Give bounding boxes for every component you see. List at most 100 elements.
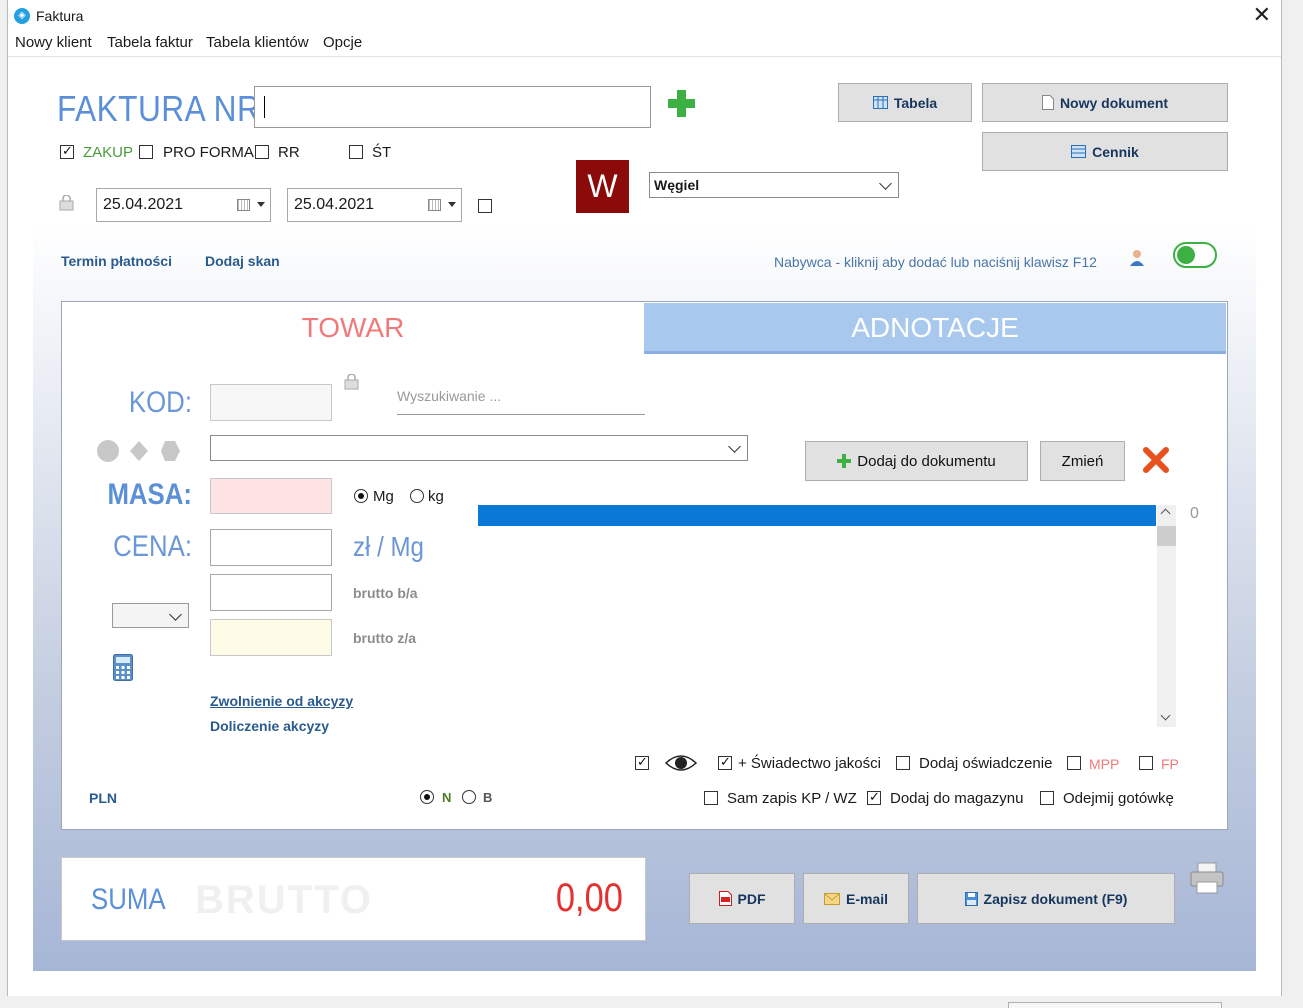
oswiadczenie-checkbox[interactable] — [896, 756, 910, 770]
price-unit: zł / Mg — [353, 531, 424, 562]
w-badge[interactable]: W — [576, 160, 629, 213]
brutto-watermark: BRUTTO — [195, 878, 373, 922]
table-icon — [1071, 145, 1087, 158]
lock-icon[interactable] — [59, 195, 74, 211]
dodaj-do-dokumentu-button[interactable]: Dodaj do dokumentu — [805, 441, 1028, 481]
eye-icon[interactable] — [665, 752, 697, 774]
zmien-button[interactable]: Zmień — [1040, 441, 1125, 481]
menu-nowy-klient[interactable]: Nowy klient — [15, 34, 92, 51]
buyer-toggle[interactable] — [1173, 242, 1217, 268]
zwolnienie-akcyzy-link[interactable]: Zwolnienie od akcyzy — [210, 693, 353, 709]
delete-x-icon[interactable] — [1142, 446, 1170, 474]
lock-icon[interactable] — [344, 374, 359, 390]
menu-opcje[interactable]: Opcje — [323, 34, 362, 51]
invoice-number-input[interactable] — [254, 86, 651, 128]
rr-label: RR — [278, 144, 300, 161]
search-input[interactable]: Wyszukiwanie ... — [397, 386, 645, 415]
shapes-icon[interactable] — [95, 439, 185, 463]
vat-select[interactable] — [112, 603, 189, 628]
swiadectwo-checkbox[interactable] — [718, 754, 732, 770]
product-select[interactable] — [210, 435, 748, 461]
brutto-radio[interactable] — [462, 790, 476, 804]
unit-kg-radio[interactable] — [410, 489, 424, 503]
cennik-button[interactable]: Cennik — [982, 132, 1228, 171]
category-select[interactable]: Węgiel — [649, 172, 899, 198]
magazyn-checkbox[interactable] — [867, 789, 881, 805]
printer-icon[interactable] — [1190, 862, 1224, 894]
tabela-label: Tabela — [893, 94, 938, 111]
save-icon — [964, 891, 978, 906]
calculator-icon[interactable] — [113, 654, 133, 681]
date-sale-value: 25.04.2021 — [294, 196, 375, 213]
chevron-down-icon — [169, 608, 182, 621]
chevron-down-icon — [728, 440, 741, 453]
total-value: 0,00 — [556, 876, 623, 920]
preview-checkbox[interactable] — [635, 754, 649, 770]
chevron-down-icon — [879, 177, 892, 190]
email-button[interactable]: E-mail — [803, 873, 909, 924]
document-icon — [1041, 95, 1054, 110]
nowy-dokument-button[interactable]: Nowy dokument — [982, 83, 1228, 122]
fp-checkbox[interactable] — [1139, 756, 1153, 770]
close-icon[interactable]: ✕ — [1253, 3, 1271, 27]
zakup-checkbox[interactable] — [60, 143, 74, 159]
doliczenie-akcyzy-link[interactable]: Doliczenie akcyzy — [210, 718, 329, 734]
date-issue-value: 25.04.2021 — [103, 196, 184, 213]
tab-towar[interactable]: TOWAR — [62, 302, 644, 352]
brutto-za-input[interactable] — [210, 619, 332, 656]
scroll-up-icon[interactable] — [1160, 508, 1171, 519]
zapisz-dokument-button[interactable]: Zapisz dokument (F9) — [917, 873, 1175, 924]
menu-tabela-klientow[interactable]: Tabela klientów — [206, 34, 309, 51]
table-icon — [872, 96, 888, 109]
pro-forma-checkbox[interactable] — [139, 145, 153, 159]
rr-checkbox[interactable] — [255, 145, 269, 159]
tabela-button[interactable]: Tabela — [838, 83, 972, 122]
dropdown-arrow-icon — [448, 202, 456, 207]
unit-mg-radio[interactable] — [354, 489, 368, 503]
calendar-icon — [428, 199, 441, 211]
date-option-checkbox[interactable] — [478, 199, 492, 213]
pdf-button[interactable]: PDF — [689, 873, 795, 924]
cart-icon: ◈ — [14, 8, 30, 24]
netto-radio[interactable] — [420, 790, 434, 804]
date-issue-picker[interactable]: 25.04.2021 — [96, 188, 271, 222]
email-label: E-mail — [845, 890, 888, 907]
category-value: Węgiel — [654, 177, 700, 193]
brutto-ba-input[interactable] — [210, 574, 332, 611]
kp-wz-checkbox[interactable] — [704, 791, 718, 805]
kp-wz-label: Sam zapis KP / WZ — [727, 790, 857, 807]
add-plus-icon[interactable] — [666, 88, 697, 119]
tab-adnotacje[interactable]: ADNOTACJE — [644, 303, 1226, 354]
zapisz-label: Zapisz dokument (F9) — [983, 890, 1128, 907]
mpp-checkbox[interactable] — [1067, 756, 1081, 770]
gotowka-checkbox[interactable] — [1040, 791, 1054, 805]
menu-tabela-faktur[interactable]: Tabela faktur — [107, 34, 193, 51]
cennik-label: Cennik — [1092, 143, 1139, 160]
nowy-dokument-label: Nowy dokument — [1059, 94, 1169, 111]
add-plus-icon — [837, 454, 852, 468]
toggle-knob — [1177, 246, 1195, 264]
date-sale-picker[interactable]: 25.04.2021 — [287, 188, 462, 222]
cena-input[interactable] — [210, 529, 332, 566]
masa-input[interactable] — [210, 478, 332, 514]
dropdown-arrow-icon — [257, 202, 265, 207]
pro-forma-label: PRO FORMA — [163, 144, 254, 161]
currency-label[interactable]: PLN — [89, 790, 117, 806]
scroll-down-icon[interactable] — [1160, 710, 1171, 721]
termin-platnosci-link[interactable]: Termin płatności — [61, 253, 172, 269]
brutto-ba-label: brutto b/a — [353, 585, 418, 601]
total-box: SUMA BRUTTO 0,00 — [61, 857, 646, 941]
kod-label: KOD: — [128, 386, 192, 419]
dodaj-skan-link[interactable]: Dodaj skan — [205, 253, 280, 269]
list-count: 0 — [1190, 505, 1199, 522]
kod-input[interactable] — [210, 384, 332, 421]
cena-label: CENA: — [113, 530, 192, 563]
st-checkbox[interactable] — [349, 145, 363, 159]
scroll-thumb[interactable] — [1157, 526, 1176, 546]
list-scrollbar[interactable] — [1157, 505, 1176, 727]
background-window-edge — [1008, 1002, 1222, 1008]
user-icon[interactable] — [1129, 249, 1145, 266]
envelope-icon — [823, 892, 840, 905]
search-placeholder: Wyszukiwanie ... — [397, 388, 502, 404]
buyer-prompt[interactable]: Nabywca - kliknij aby dodać lub naciśnij… — [774, 254, 1097, 270]
